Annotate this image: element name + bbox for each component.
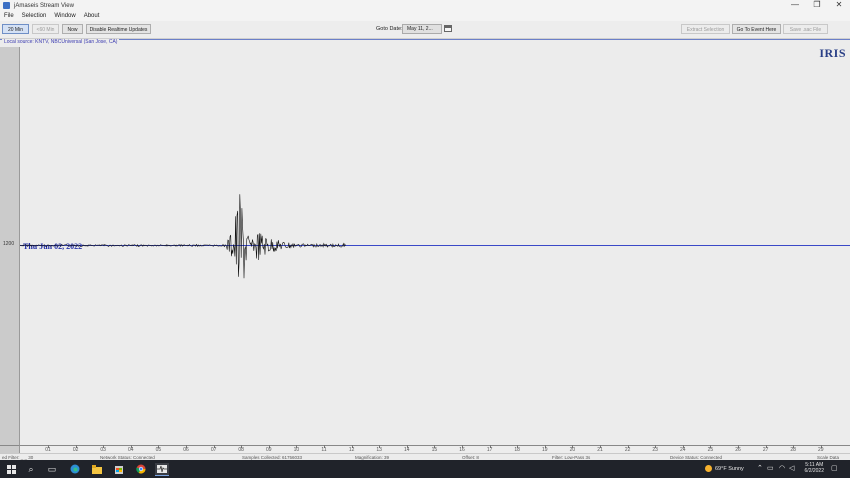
seismogram-waveform: [20, 194, 346, 279]
trace-time-label: 1200: [3, 241, 15, 247]
windows-start-icon[interactable]: [5, 463, 17, 475]
app-icon: [3, 2, 10, 9]
extract-selection-button[interactable]: Extract Selection: [681, 24, 730, 34]
seismogram-svg: [20, 194, 346, 279]
goto-date-field[interactable]: May 11, 2...: [402, 24, 442, 34]
axis-corner: [0, 445, 20, 453]
seismogram-plot[interactable]: [20, 46, 850, 446]
task-view-icon[interactable]: ▭: [46, 463, 58, 475]
prev-60-min-button[interactable]: <60 Min: [32, 24, 59, 34]
go-to-event-button[interactable]: Go To Event Here: [732, 24, 781, 34]
wifi-icon[interactable]: ◠: [779, 460, 785, 478]
tray-chevron-icon[interactable]: ⌃: [757, 460, 763, 478]
calendar-icon[interactable]: [444, 25, 452, 32]
taskbar: ⌕ ▭ 69°F Sunny ⌃ ▭ ◠ ◁ 5:11 AM 6/2/2022 …: [0, 460, 850, 478]
save-sac-button[interactable]: Save .sac File: [783, 24, 828, 34]
file-explorer-icon[interactable]: [91, 463, 103, 475]
restore-button[interactable]: ❐: [806, 0, 828, 11]
menu-window[interactable]: Window: [50, 11, 79, 21]
network-icon[interactable]: ▭: [767, 460, 774, 478]
clock-date: 6/2/2022: [804, 468, 824, 474]
clock[interactable]: 5:11 AM 6/2/2022: [805, 462, 824, 474]
weather-text[interactable]: 69°F Sunny: [715, 460, 744, 478]
edge-browser-icon[interactable]: [69, 463, 81, 475]
chrome-icon[interactable]: [135, 463, 147, 475]
minimize-button[interactable]: —: [784, 0, 806, 11]
notifications-icon[interactable]: ▢: [831, 460, 838, 478]
now-button[interactable]: Now: [62, 24, 83, 34]
store-icon[interactable]: [113, 463, 125, 475]
title-bar: jAmaseis Stream View — ❐ ✕: [0, 0, 850, 11]
disable-realtime-button[interactable]: Disable Realtime Updates: [86, 24, 151, 34]
twenty-min-button[interactable]: 20 Min: [2, 24, 29, 34]
window-controls: — ❐ ✕: [784, 0, 850, 11]
jamaseis-app-icon[interactable]: [155, 463, 169, 476]
source-label: Local source: KNTV, NBCUniversal (San Jo…: [2, 39, 120, 45]
toolbar: 20 Min <60 Min Now Disable Realtime Upda…: [0, 21, 850, 39]
menu-bar: File Selection Window About: [0, 11, 850, 21]
menu-about[interactable]: About: [80, 11, 104, 21]
menu-selection[interactable]: Selection: [18, 11, 51, 21]
window-title: jAmaseis Stream View: [14, 2, 74, 9]
menu-file[interactable]: File: [0, 11, 18, 21]
close-button[interactable]: ✕: [828, 0, 850, 11]
search-icon[interactable]: ⌕: [25, 463, 37, 475]
weather-icon[interactable]: [704, 460, 713, 478]
volume-icon[interactable]: ◁: [789, 460, 794, 478]
goto-date-label: Goto Date:: [376, 26, 403, 32]
